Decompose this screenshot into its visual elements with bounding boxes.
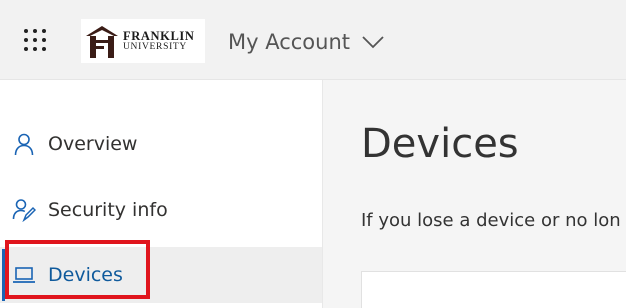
franklin-logo-mark-icon bbox=[86, 26, 118, 58]
sidebar-item-overview[interactable]: Overview bbox=[0, 116, 322, 172]
my-account-label: My Account bbox=[228, 30, 351, 54]
logo-text: FRANKLIN UNIVERSITY bbox=[123, 28, 195, 53]
sidebar: Overview Security info Devices bbox=[0, 80, 323, 308]
active-indicator bbox=[2, 249, 5, 301]
page-intro-text: If you lose a device or no lon bbox=[361, 210, 621, 231]
chevron-down-icon bbox=[362, 36, 384, 49]
person-key-icon bbox=[12, 199, 36, 222]
logo-text-line1: FRANKLIN bbox=[123, 28, 195, 43]
top-bar: FRANKLIN UNIVERSITY My Account bbox=[0, 0, 626, 80]
sidebar-item-label: Overview bbox=[48, 133, 138, 155]
page-title: Devices bbox=[361, 121, 519, 167]
logo-text-line2: UNIVERSITY bbox=[123, 42, 187, 52]
sidebar-item-security-info[interactable]: Security info bbox=[0, 182, 322, 238]
sidebar-item-devices[interactable]: Devices bbox=[0, 247, 322, 303]
my-account-dropdown[interactable]: My Account bbox=[228, 27, 384, 57]
devices-card bbox=[361, 271, 626, 308]
sidebar-item-label: Security info bbox=[48, 199, 168, 221]
franklin-university-logo[interactable]: FRANKLIN UNIVERSITY bbox=[81, 19, 205, 63]
app-launcher-icon[interactable] bbox=[24, 29, 46, 51]
person-icon bbox=[14, 133, 34, 156]
sidebar-item-label: Devices bbox=[48, 264, 123, 286]
laptop-icon bbox=[13, 267, 35, 283]
